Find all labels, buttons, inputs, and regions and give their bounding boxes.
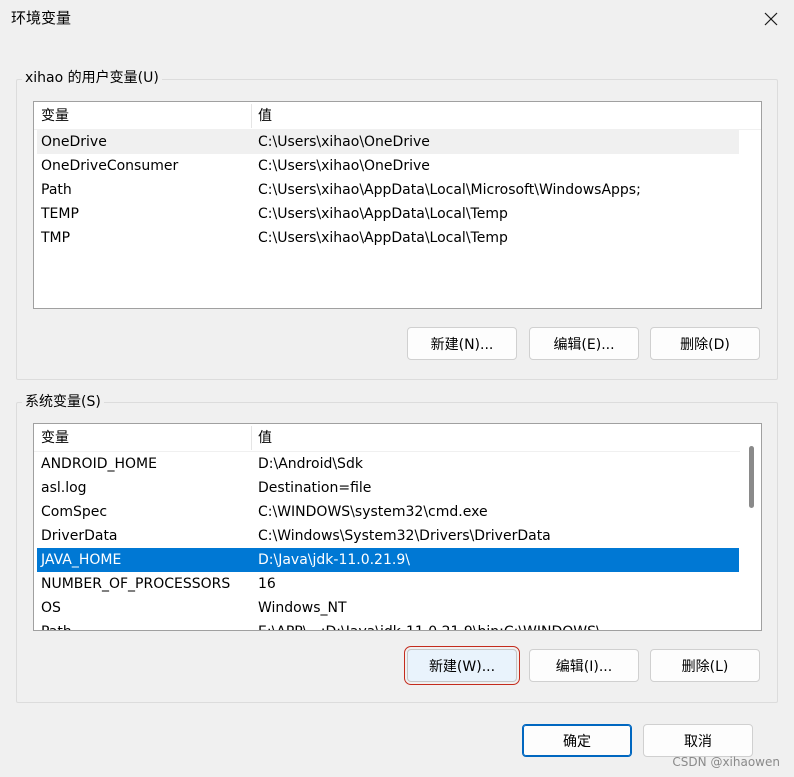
column-header-variable[interactable]: 变量 (35, 424, 252, 452)
user-variables-list[interactable]: 变量 值 OneDrive C:\Users\xihao\OneDrive On… (33, 101, 762, 309)
variable-name: Path (38, 620, 251, 630)
user-new-button[interactable]: 新建(N)... (407, 327, 517, 360)
window-title: 环境变量 (11, 9, 72, 27)
variable-name: OneDrive (41, 134, 107, 150)
user-variable-row[interactable]: Path C:\Users\xihao\AppData\Local\Micros… (37, 178, 739, 202)
system-variable-row[interactable]: DriverData C:\Windows\System32\Drivers\D… (37, 524, 739, 548)
title-bar: 环境变量 (0, 0, 794, 38)
variable-value: E:\APP\...;D:\Java\jdk-11.0.21.9\bin;C:\… (255, 620, 742, 630)
system-variables-group-title: 系统变量(S) (22, 393, 104, 411)
variable-name: JAVA_HOME (41, 552, 122, 568)
user-delete-button[interactable]: 删除(D) (650, 327, 760, 360)
system-variable-row[interactable]: OS Windows_NT (37, 596, 739, 620)
user-variable-row[interactable]: OneDriveConsumer C:\Users\xihao\OneDrive (37, 154, 739, 178)
variable-value: C:\Users\xihao\OneDrive (258, 158, 430, 174)
system-variable-row[interactable]: ComSpec C:\WINDOWS\system32\cmd.exe (37, 500, 739, 524)
system-variables-list[interactable]: 变量 值 ANDROID_HOME D:\Android\Sdk asl.log… (33, 423, 762, 631)
close-icon (764, 12, 778, 26)
variable-name: DriverData (41, 528, 118, 544)
user-variable-row[interactable]: TEMP C:\Users\xihao\AppData\Local\Temp (37, 202, 739, 226)
system-variable-row[interactable]: ANDROID_HOME D:\Android\Sdk (37, 452, 739, 476)
user-edit-button[interactable]: 编辑(E)... (529, 327, 639, 360)
variable-value: C:\Users\xihao\AppData\Local\Temp (258, 230, 508, 246)
close-button[interactable] (748, 0, 794, 38)
system-variable-row[interactable]: Path E:\APP\...;D:\Java\jdk-11.0.21.9\bi… (37, 620, 742, 630)
cancel-button[interactable]: 取消 (643, 724, 753, 757)
variable-name: NUMBER_OF_PROCESSORS (41, 576, 231, 592)
watermark: CSDN @xihaowen (672, 755, 780, 769)
scrollbar-thumb[interactable] (749, 446, 754, 508)
column-header-value[interactable]: 值 (252, 102, 732, 130)
ok-button[interactable]: 确定 (522, 724, 632, 757)
variable-name: asl.log (41, 480, 87, 496)
column-header-variable[interactable]: 变量 (35, 102, 252, 130)
variable-value: D:\Android\Sdk (258, 456, 363, 472)
variable-name: Path (41, 182, 72, 198)
system-variable-row[interactable]: NUMBER_OF_PROCESSORS 16 (37, 572, 739, 596)
variable-value: C:\Users\xihao\AppData\Local\Microsoft\W… (258, 182, 641, 198)
variable-name: ANDROID_HOME (41, 456, 157, 472)
variable-value: C:\Users\xihao\OneDrive (258, 134, 430, 150)
system-variables-scrollbar[interactable] (740, 424, 761, 630)
variable-value: C:\Users\xihao\AppData\Local\Temp (258, 206, 508, 222)
variable-name: OS (41, 600, 61, 616)
variable-name: ComSpec (41, 504, 108, 520)
user-variables-group-title: xihao 的用户变量(U) (22, 69, 162, 87)
system-edit-button[interactable]: 编辑(I)... (529, 649, 639, 682)
system-variables-list-header: 变量 值 (34, 424, 740, 452)
variable-value: C:\Windows\System32\Drivers\DriverData (258, 528, 551, 544)
user-variable-row[interactable]: OneDrive C:\Users\xihao\OneDrive (37, 130, 739, 154)
system-variable-row[interactable]: asl.log Destination=file (37, 476, 739, 500)
variable-name: TEMP (41, 206, 79, 222)
variable-value: C:\WINDOWS\system32\cmd.exe (258, 504, 488, 520)
user-variables-list-header: 变量 值 (34, 102, 761, 130)
environment-variables-dialog: 环境变量 xihao 的用户变量(U) 变量 值 OneDrive C:\Use… (0, 0, 794, 777)
column-header-value[interactable]: 值 (252, 424, 732, 452)
variable-value: 16 (258, 576, 276, 592)
system-delete-button[interactable]: 删除(L) (650, 649, 760, 682)
variable-value: Destination=file (258, 480, 372, 496)
user-variable-row[interactable]: TMP C:\Users\xihao\AppData\Local\Temp (37, 226, 739, 250)
variable-name: TMP (41, 230, 71, 246)
variable-name: OneDriveConsumer (41, 158, 179, 174)
variable-value: D:\Java\jdk-11.0.21.9\ (258, 552, 410, 568)
system-variable-row-selected[interactable]: JAVA_HOME D:\Java\jdk-11.0.21.9\ (37, 548, 739, 572)
system-new-button[interactable]: 新建(W)... (404, 646, 520, 685)
variable-value: Windows_NT (258, 600, 347, 616)
